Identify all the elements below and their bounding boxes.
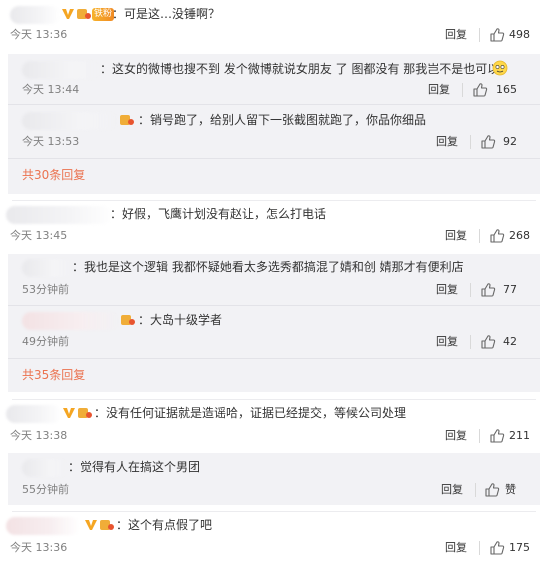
comment-divider — [12, 200, 536, 201]
reply-text: ：我也是这个逻辑 我都怀疑她看太多选秀都搞混了婧和创 婧那才有便利店 — [72, 260, 464, 274]
reply-text: ：大岛十级学者 — [138, 313, 223, 327]
divider-vertical — [479, 541, 480, 555]
verified-v-icon — [62, 9, 74, 19]
username-blurred[interactable] — [22, 61, 102, 79]
comment-text: ：没有任何证据就是造谣哈，证据已经提交，等候公司处理 — [94, 406, 407, 420]
username-blurred[interactable] — [6, 517, 80, 535]
reply-text: ：觉得有人在搞这个男团 — [68, 460, 201, 474]
like-count: 赞 — [505, 483, 516, 496]
like-count: 42 — [503, 335, 517, 348]
comment-time: 今天 13:45 — [10, 229, 68, 242]
verified-v-icon — [63, 408, 75, 418]
reply-divider — [8, 158, 540, 159]
username-blurred[interactable] — [22, 112, 118, 130]
reply-divider — [8, 305, 540, 306]
like-icon[interactable] — [480, 334, 496, 350]
like-icon[interactable] — [484, 482, 500, 498]
emoji-icon — [492, 60, 508, 76]
reply-button[interactable]: 回复 — [441, 483, 463, 497]
like-count: 498 — [509, 28, 530, 41]
vip-badge-icon — [100, 520, 114, 530]
more-replies-link[interactable]: 共30条回复 — [22, 167, 85, 183]
reply-button[interactable]: 回复 — [436, 135, 458, 149]
reply-button[interactable]: 回复 — [445, 229, 467, 243]
divider-vertical — [479, 229, 480, 243]
comment-divider — [12, 399, 536, 400]
like-icon[interactable] — [489, 27, 505, 43]
like-count: 211 — [509, 429, 530, 442]
username-blurred[interactable] — [22, 459, 68, 477]
comment-time: 今天 13:38 — [10, 429, 68, 442]
username-blurred[interactable] — [22, 259, 74, 277]
verified-v-icon — [85, 520, 97, 530]
like-icon[interactable] — [472, 82, 488, 98]
reply-divider — [8, 104, 540, 105]
like-count: 165 — [496, 83, 517, 96]
reply-button[interactable]: 回复 — [428, 83, 450, 97]
divider-vertical — [479, 429, 480, 443]
reply-text: ：这女的微博也搜不到 发个微博就说女朋友 了 图都没有 那我岂不是也可以 — [100, 62, 500, 76]
comment-time: 今天 13:36 — [10, 28, 68, 41]
like-count: 92 — [503, 135, 517, 148]
like-icon[interactable] — [480, 282, 496, 298]
username-blurred[interactable] — [10, 6, 60, 24]
like-count: 77 — [503, 283, 517, 296]
reply-time: 55分钟前 — [22, 483, 69, 496]
divider-vertical — [470, 283, 471, 297]
vip-badge-icon — [121, 315, 135, 325]
like-count: 268 — [509, 229, 530, 242]
like-icon[interactable] — [480, 134, 496, 150]
divider-vertical — [470, 335, 471, 349]
comment-text: ：这个有点假了吧 — [116, 518, 213, 532]
reply-button[interactable]: 回复 — [445, 541, 467, 555]
reply-time: 今天 13:44 — [22, 83, 80, 96]
username-blurred[interactable] — [6, 405, 62, 423]
reply-button[interactable]: 回复 — [436, 283, 458, 297]
reply-button[interactable]: 回复 — [445, 429, 467, 443]
username-blurred[interactable] — [22, 312, 120, 330]
comment-divider — [12, 511, 536, 512]
divider-vertical — [462, 83, 463, 97]
reply-time: 53分钟前 — [22, 283, 69, 296]
fan-badge: 铁粉 — [92, 8, 115, 21]
username-blurred[interactable] — [6, 206, 112, 224]
reply-button[interactable]: 回复 — [445, 28, 467, 42]
reply-divider — [8, 358, 540, 359]
vip-badge-icon — [78, 408, 92, 418]
like-icon[interactable] — [489, 540, 505, 556]
like-count: 175 — [509, 541, 530, 554]
vip-badge-icon — [77, 9, 91, 19]
comment-text: ：可是这…没锤啊？ — [112, 7, 221, 21]
comment-text: ：好假，飞鹰计划没有赵让，怎么打电话 — [110, 207, 327, 221]
more-replies-link[interactable]: 共35条回复 — [22, 367, 85, 383]
reply-time: 今天 13:53 — [22, 135, 80, 148]
divider-vertical — [475, 483, 476, 497]
reply-button[interactable]: 回复 — [436, 335, 458, 349]
divider-vertical — [470, 135, 471, 149]
like-icon[interactable] — [489, 228, 505, 244]
divider-vertical — [479, 28, 480, 42]
reply-text: ：销号跑了，给别人留下一张截图就跑了，你品你细品 — [138, 113, 427, 127]
like-icon[interactable] — [489, 428, 505, 444]
reply-time: 49分钟前 — [22, 335, 69, 348]
comment-time: 今天 13:36 — [10, 541, 68, 554]
vip-badge-icon — [120, 115, 134, 125]
